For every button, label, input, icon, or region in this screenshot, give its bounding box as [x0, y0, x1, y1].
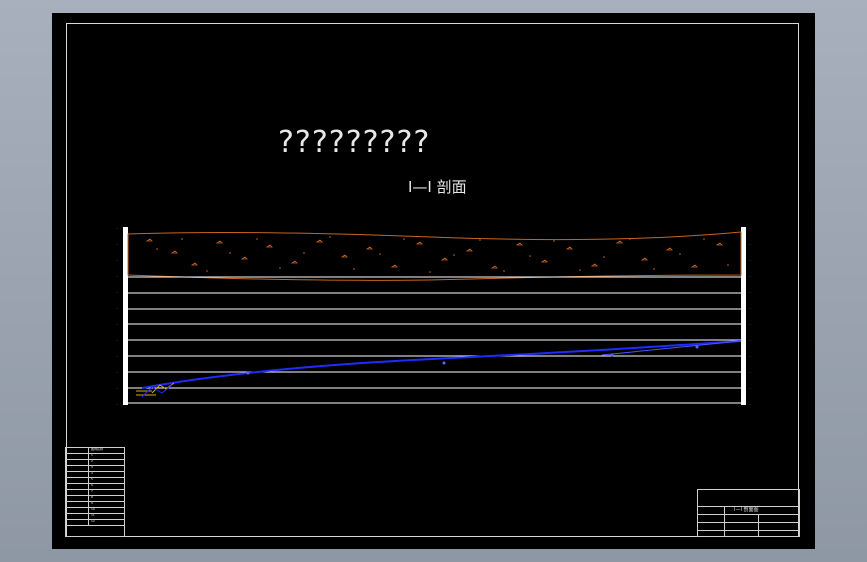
svg-text:··: ·· [116, 354, 118, 358]
right-ruler [741, 227, 746, 405]
legend-header-name: 图例名称 [91, 447, 104, 451]
title-block: I—I 剖面图 [697, 489, 800, 537]
svg-text:··: ·· [116, 226, 118, 230]
svg-text:··: ·· [116, 322, 118, 326]
ruler-ticks: ·· ·· ·· ·· ·· ·· ·· ·· ·· ·· ·· ·· ·· ·· ·· ·· ·· ·… [116, 226, 751, 406]
svg-text:··: ·· [749, 242, 751, 246]
svg-text:··: ·· [116, 370, 118, 374]
stratum-lines [128, 276, 741, 404]
svg-text:··: ·· [749, 370, 751, 374]
cad-viewport[interactable]: ????????? I—I 剖面 ·· ·· ·· ·· ·· ·· ·· ··… [0, 0, 867, 562]
svg-text:··: ·· [116, 258, 118, 262]
drawing-sheet: ????????? I—I 剖面 ·· ·· ·· ·· ·· ·· ·· ··… [52, 13, 815, 549]
svg-text:··: ·· [749, 338, 751, 342]
svg-text:··: ·· [116, 290, 118, 294]
legend-row: 12 [66, 519, 124, 526]
svg-text:··: ·· [749, 258, 751, 262]
title-block-drawing-name: I—I 剖面图 [734, 507, 759, 513]
soil-layer-outline [127, 231, 742, 281]
svg-text:··: ·· [116, 386, 118, 390]
svg-text:··: ·· [749, 226, 751, 230]
svg-text:··: ·· [749, 354, 751, 358]
soil-layer-dots [156, 236, 729, 273]
cross-section-profile: ·· ·· ·· ·· ·· ·· ·· ·· ·· ·· ·· ·· ·· ·· ·· ·· ·· ·… [116, 226, 751, 406]
svg-text:··: ·· [749, 290, 751, 294]
svg-text:··: ·· [116, 242, 118, 246]
groundwater-markers [246, 345, 699, 375]
svg-text:··: ·· [116, 274, 118, 278]
svg-text:··: ·· [116, 338, 118, 342]
svg-text:··: ·· [749, 274, 751, 278]
soil-layer-hatch [145, 238, 723, 269]
svg-text:··: ·· [749, 386, 751, 390]
svg-text:··: ·· [749, 306, 751, 310]
legend-table: 图例名称 1 2 3 4 5 6 7 8 9 10 11 12 [65, 447, 125, 537]
svg-text:··: ·· [749, 402, 751, 406]
left-ruler [123, 227, 128, 405]
groundwater-line [141, 340, 742, 389]
svg-text:··: ·· [749, 322, 751, 326]
svg-text:··: ·· [116, 402, 118, 406]
svg-text:··: ·· [116, 306, 118, 310]
